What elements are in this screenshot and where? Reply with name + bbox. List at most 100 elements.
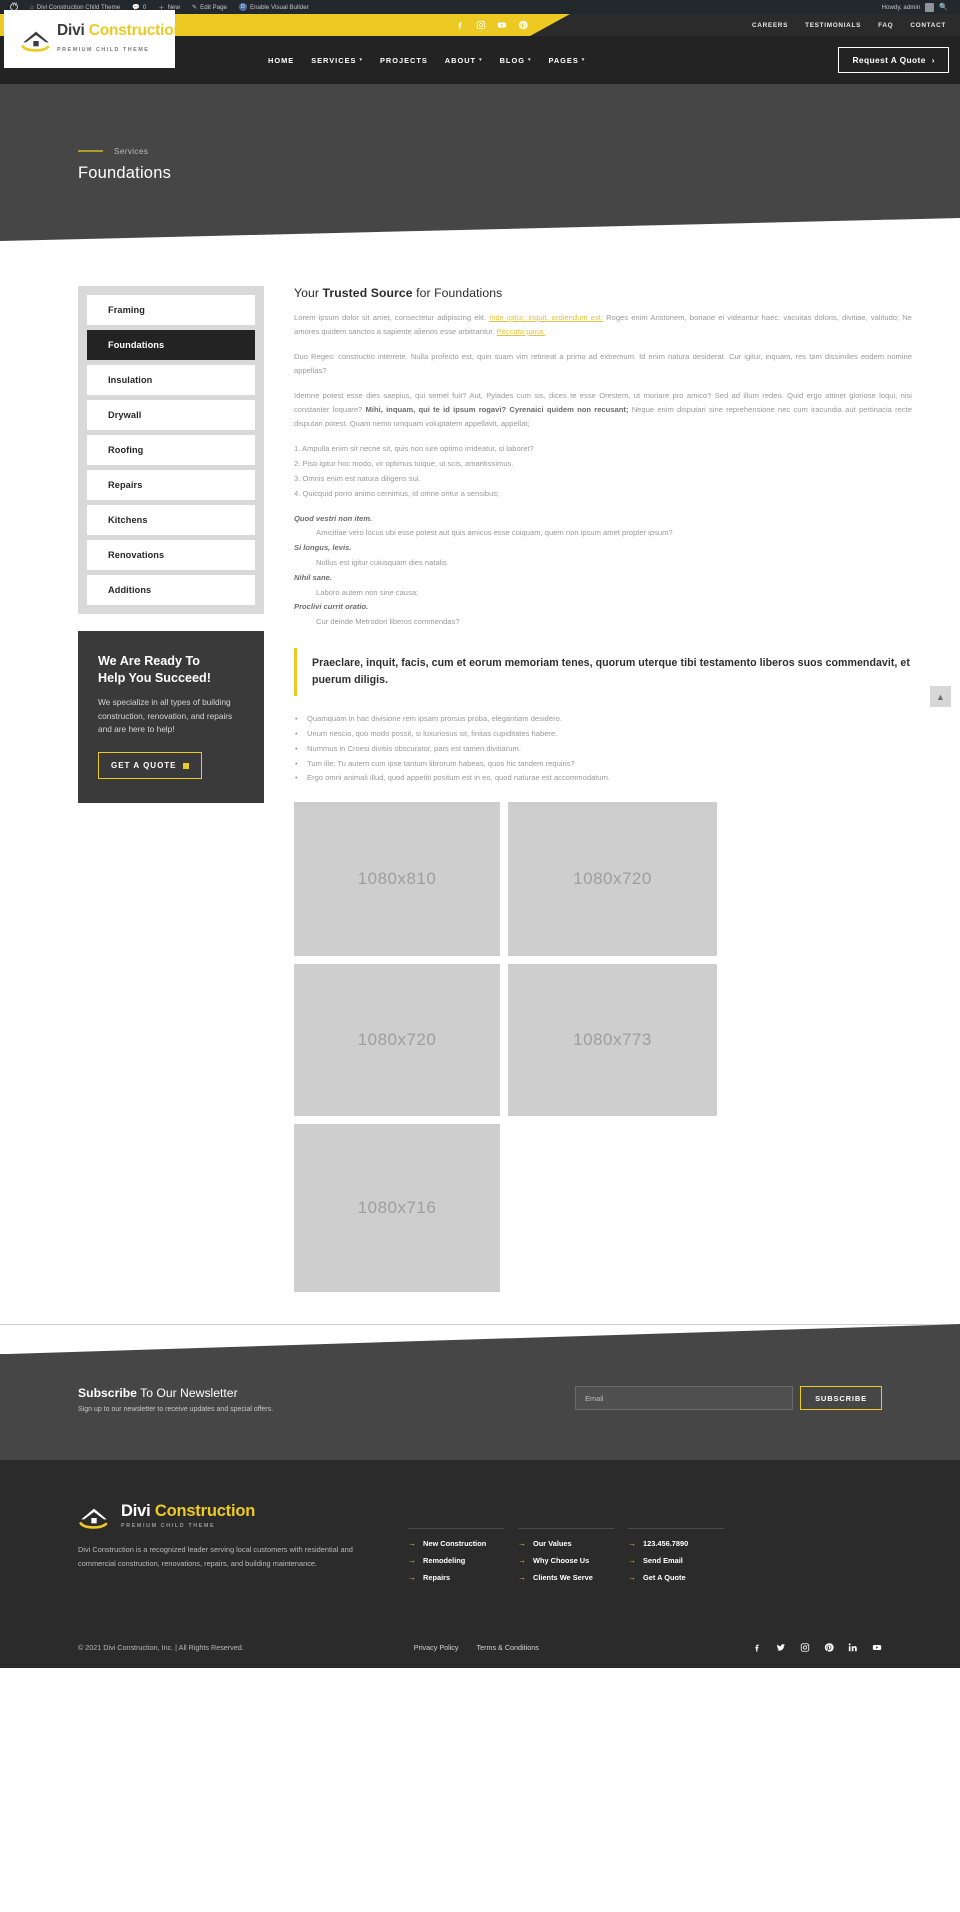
- gallery-image-2[interactable]: 1080x720: [508, 802, 717, 957]
- gallery-image-4[interactable]: 1080x773: [508, 964, 717, 1117]
- definition-term: Proclivi currit oratio.: [294, 602, 369, 612]
- nav-item-about[interactable]: ABOUT ▾: [445, 56, 483, 65]
- wp-edit-page[interactable]: ✎ Edit Page: [186, 0, 233, 14]
- inline-link-2[interactable]: Peccata paria.: [497, 327, 546, 336]
- sidebar-item-kitchens[interactable]: Kitchens: [87, 505, 255, 535]
- instagram-icon[interactable]: [476, 20, 486, 30]
- footer-logo-title: Divi Construction: [121, 1502, 256, 1521]
- sidebar-item-framing[interactable]: Framing: [87, 295, 255, 325]
- definition-description: Amicitiae vero locus ubi esse potest aut…: [316, 528, 673, 538]
- arrow-right-icon: →: [518, 1572, 526, 1582]
- topbar-social-list: [455, 14, 528, 36]
- scroll-to-top-button[interactable]: ▲: [930, 686, 951, 707]
- definition-description: Nullus est igitur cuiusquam dies natalis…: [316, 557, 449, 567]
- services-menu: Framing Foundations Insulation Drywall R…: [78, 286, 264, 614]
- nav-item-home[interactable]: HOME: [268, 56, 294, 65]
- paragraph-2: Duo Reges: constructio interrete. Nulla …: [294, 352, 912, 376]
- email-field[interactable]: [575, 1386, 794, 1411]
- definition-term: Quod vestri non item.: [294, 513, 373, 523]
- youtube-icon[interactable]: [872, 1642, 882, 1652]
- youtube-icon[interactable]: [497, 20, 507, 30]
- sidebar-item-repairs[interactable]: Repairs: [87, 470, 255, 500]
- gallery-image-3[interactable]: 1080x720: [294, 964, 500, 1117]
- pinterest-icon[interactable]: [518, 20, 528, 30]
- footer-logo-subtitle: PREMIUM CHILD THEME: [121, 1523, 216, 1530]
- avatar[interactable]: [925, 2, 935, 12]
- nav-item-pages[interactable]: PAGES ▾: [548, 56, 585, 65]
- chevron-up-icon: ▲: [936, 691, 945, 702]
- sidebar-item-roofing[interactable]: Roofing: [87, 435, 255, 465]
- divi-icon: D: [238, 3, 247, 11]
- search-icon[interactable]: 🔍: [939, 4, 948, 11]
- nav-item-services[interactable]: SERVICES ▾: [311, 56, 363, 65]
- topbar-links: CAREERS TESTIMONIALS FAQ CONTACT: [752, 14, 946, 36]
- sidebar-item-additions[interactable]: Additions: [87, 575, 255, 605]
- linkedin-icon[interactable]: [848, 1642, 858, 1652]
- subscribe-button[interactable]: SUBSCRIBE: [800, 1386, 882, 1411]
- footer-link-new-construction[interactable]: → New Construction: [408, 1539, 518, 1548]
- inline-link-1[interactable]: Inde igitur, inquit, ordiendum est.: [489, 313, 603, 322]
- page-root: ⌂ Divi Construction Child Theme 💬 0 ＋ Ne…: [0, 0, 960, 1669]
- topbar-link-contact[interactable]: CONTACT: [910, 22, 946, 29]
- definition-description: Laboro autem non sine causa;: [316, 587, 419, 597]
- list-item: 3. Omnis enim est natura diligens sui.: [294, 473, 421, 483]
- arrow-right-icon: →: [628, 1572, 636, 1582]
- get-a-quote-button[interactable]: GET A QUOTE: [98, 752, 202, 780]
- sidebar-item-drywall[interactable]: Drywall: [87, 400, 255, 430]
- main-content: Your Trusted Source for Foundations Lore…: [294, 286, 912, 1293]
- site-header: Divi Construction PREMIUM CHILD THEME HO…: [0, 10, 960, 84]
- footer-link-remodeling[interactable]: → Remodeling: [408, 1556, 518, 1565]
- topbar-link-testimonials[interactable]: TESTIMONIALS: [805, 22, 861, 29]
- pinterest-icon[interactable]: [824, 1642, 834, 1652]
- topbar-link-careers[interactable]: CAREERS: [752, 22, 788, 29]
- newsletter-title: Subscribe To Our Newsletter: [78, 1386, 238, 1401]
- footer-link-privacy-policy[interactable]: Privacy Policy: [414, 1643, 459, 1652]
- footer-link-clients-we-serve[interactable]: → Clients We Serve: [518, 1573, 628, 1582]
- house-logo-icon: [78, 1503, 110, 1529]
- newsletter-form: SUBSCRIBE: [575, 1386, 882, 1411]
- request-quote-button[interactable]: Request A Quote ›: [838, 47, 949, 73]
- chevron-down-icon: ▾: [359, 57, 363, 63]
- sidebar-item-insulation[interactable]: Insulation: [87, 365, 255, 395]
- footer-link-phone[interactable]: → 123.456.7890: [628, 1539, 738, 1548]
- divider: [408, 1528, 504, 1530]
- footer-column-2: → Our Values → Why Choose Us → Clients We S…: [518, 1528, 628, 1590]
- cta-title-line1: We Are Ready To: [98, 654, 200, 668]
- nav-item-projects[interactable]: PROJECTS: [380, 56, 428, 65]
- chevron-down-icon: ▾: [581, 57, 586, 63]
- footer-link-why-choose-us[interactable]: → Why Choose Us: [518, 1556, 628, 1565]
- facebook-icon[interactable]: [455, 20, 465, 30]
- footer-logo[interactable]: Divi Construction PREMIUM CHILD THEME: [78, 1502, 408, 1529]
- facebook-icon[interactable]: [752, 1642, 762, 1652]
- footer-link-repairs[interactable]: → Repairs: [408, 1573, 518, 1582]
- chevron-down-icon: ▾: [479, 57, 483, 63]
- sidebar-item-renovations[interactable]: Renovations: [87, 540, 255, 570]
- footer-link-our-values[interactable]: → Our Values: [518, 1539, 628, 1548]
- nav-item-blog[interactable]: BLOG ▾: [500, 56, 532, 65]
- gallery-image-5[interactable]: 1080x716: [294, 1124, 500, 1293]
- gallery-image-1[interactable]: 1080x810: [294, 802, 500, 957]
- topbar-link-faq[interactable]: FAQ: [878, 22, 893, 29]
- footer-link-send-email[interactable]: → Send Email: [628, 1556, 738, 1565]
- pull-quote: Praeclare, inquit, facis, cum et eorum m…: [294, 647, 912, 697]
- content-heading: Your Trusted Source for Foundations: [294, 286, 503, 300]
- sidebar: Framing Foundations Insulation Drywall R…: [78, 286, 264, 1292]
- arrow-right-icon: →: [408, 1572, 416, 1582]
- arrow-right-icon: →: [518, 1555, 526, 1565]
- instagram-icon[interactable]: [800, 1642, 810, 1652]
- newsletter-section: Subscribe To Our Newsletter Sign up to o…: [0, 1324, 960, 1461]
- list-item: Unum nescio, quo modo possit, si luxurio…: [294, 727, 912, 742]
- twitter-icon[interactable]: [776, 1642, 786, 1652]
- wp-howdy[interactable]: Howdy, admin: [882, 4, 921, 11]
- cta-title-line2: Help You Succeed!: [98, 671, 211, 685]
- site-logo[interactable]: Divi Construction PREMIUM CHILD THEME: [4, 10, 183, 68]
- divider: [518, 1528, 614, 1530]
- footer-link-terms[interactable]: Terms & Conditions: [477, 1643, 539, 1652]
- newsletter-subtitle: Sign up to our newsletter to receive upd…: [78, 1406, 274, 1414]
- wp-enable-visual-builder[interactable]: D Enable Visual Builder: [233, 0, 315, 14]
- sidebar-item-foundations[interactable]: Foundations: [87, 330, 255, 360]
- cta-description: We specialize in all types of building c…: [98, 697, 233, 735]
- logo-title: Divi Construction: [57, 22, 183, 39]
- footer-link-get-a-quote[interactable]: → Get A Quote: [628, 1573, 738, 1582]
- numbered-list: 1. Ampulla enim sit necne sit, quis non …: [294, 442, 912, 501]
